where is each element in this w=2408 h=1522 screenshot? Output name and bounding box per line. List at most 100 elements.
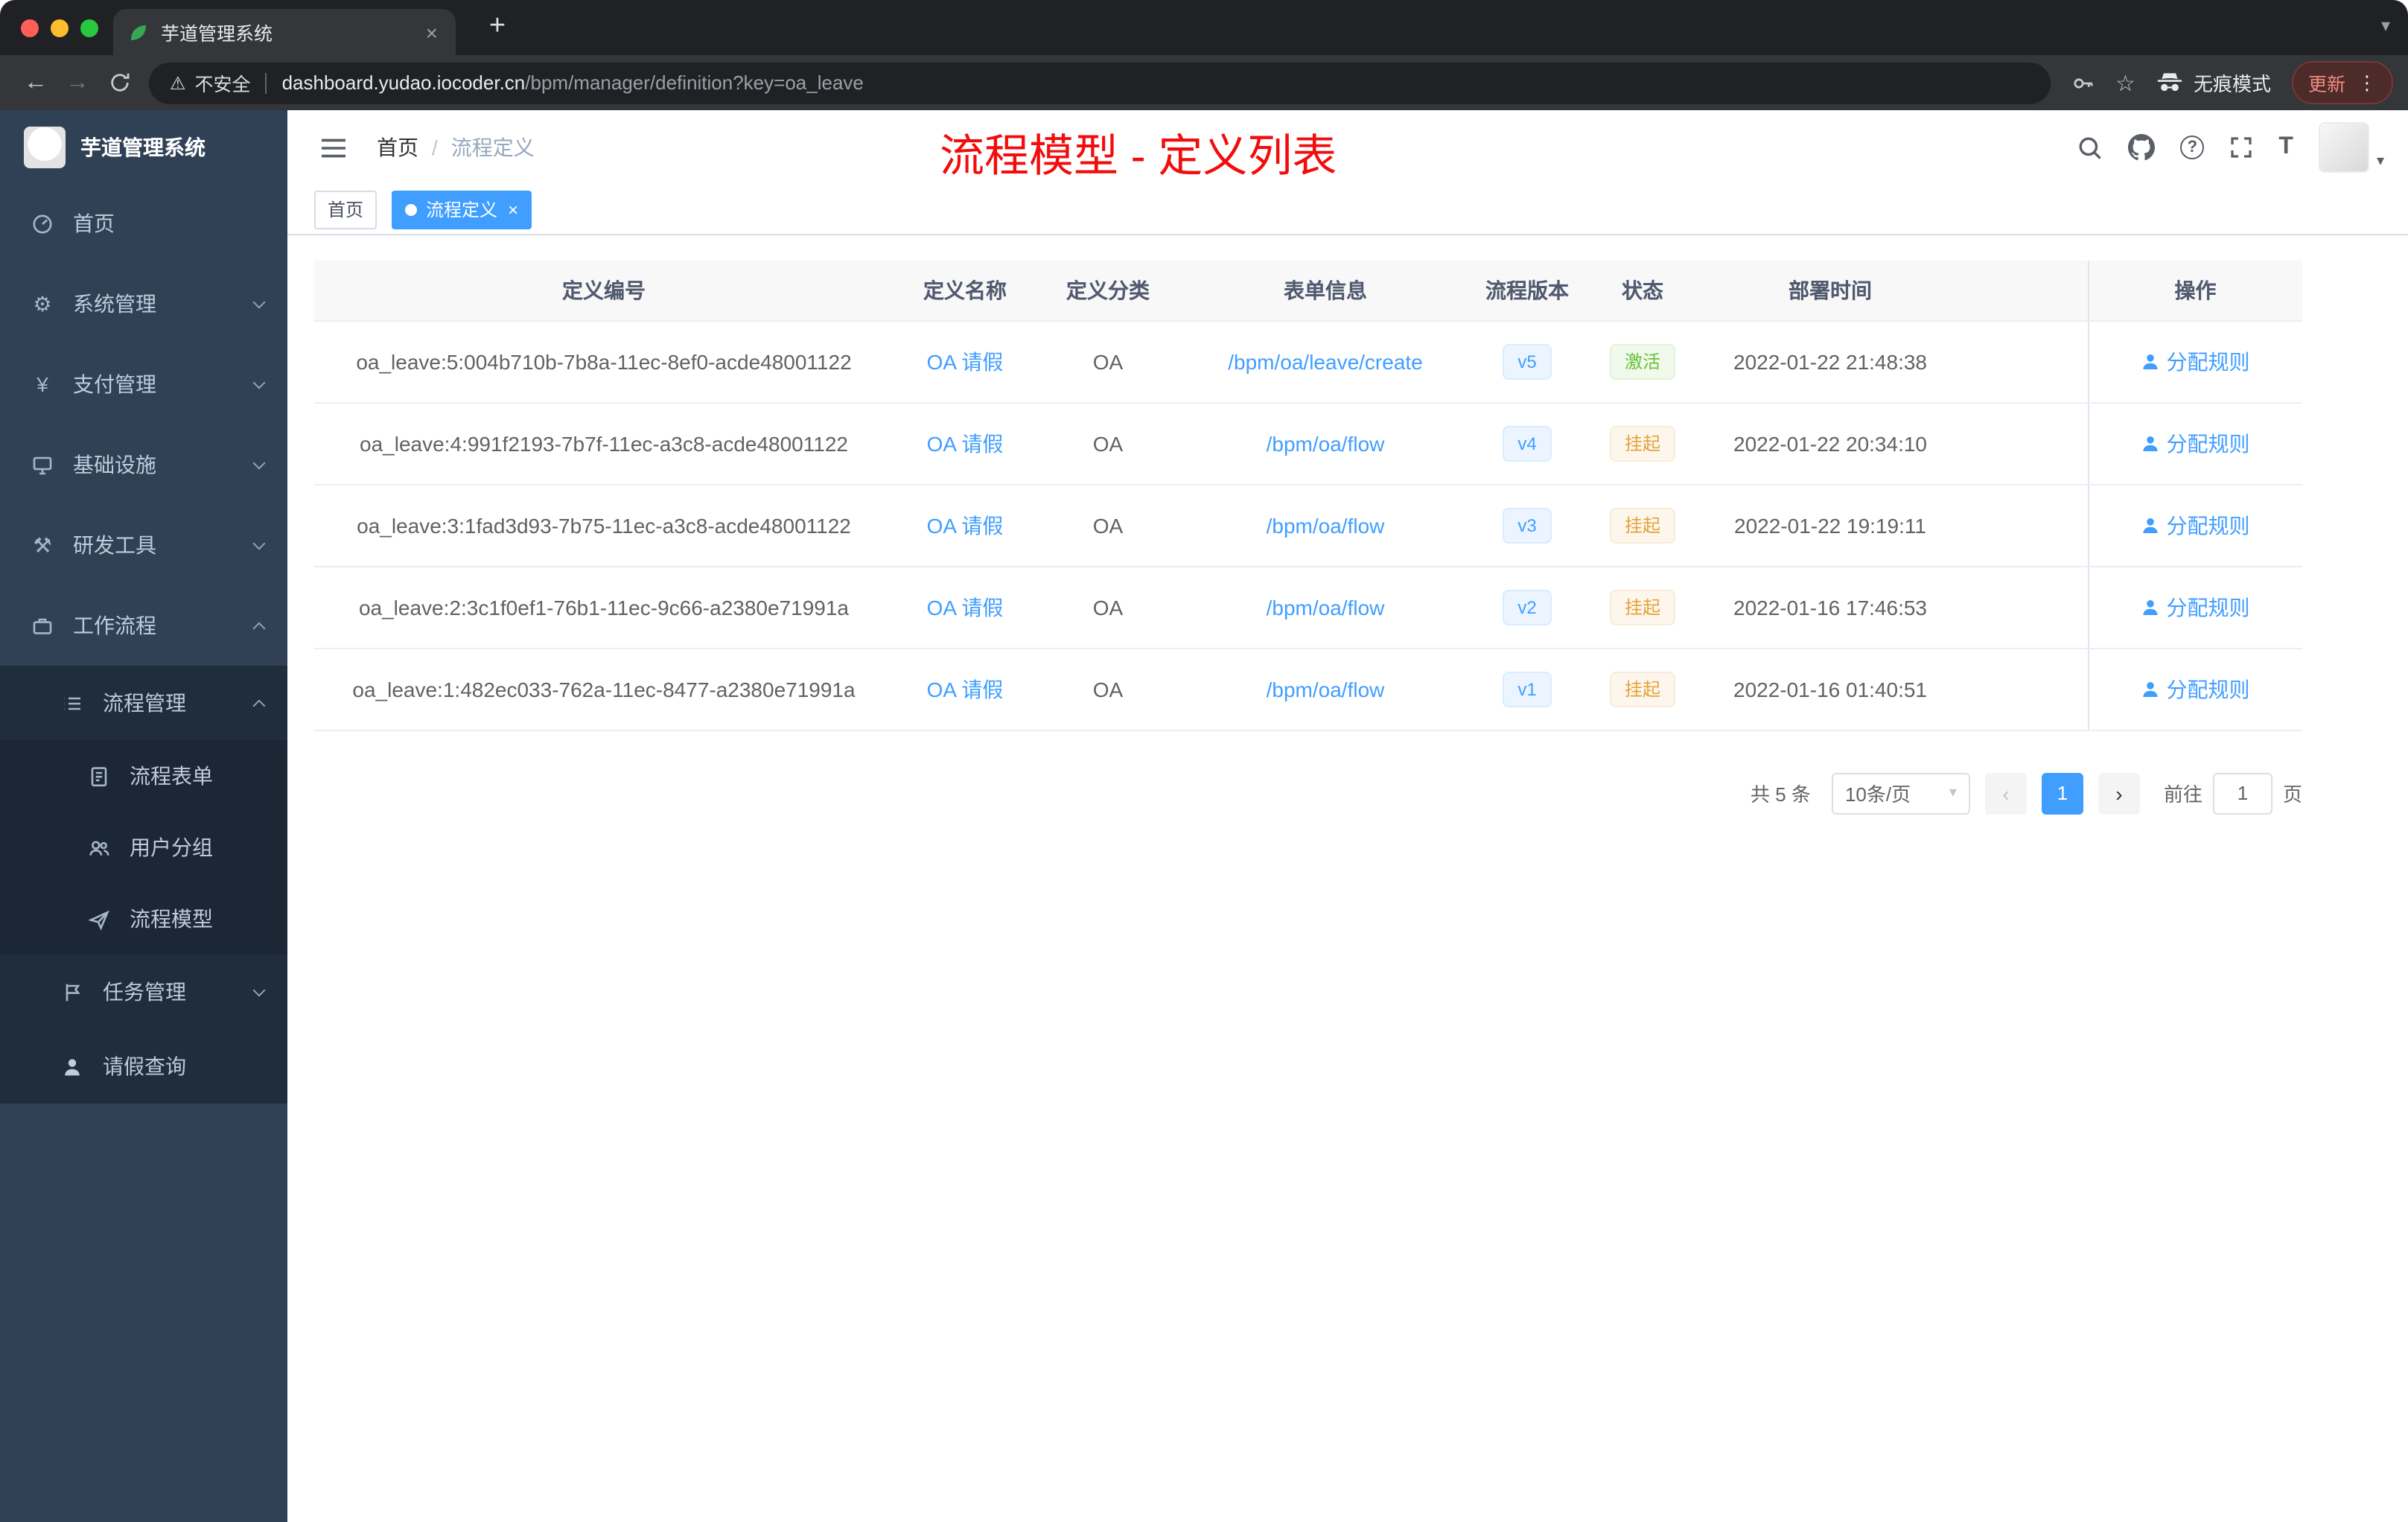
tag-home[interactable]: 首页 <box>314 190 378 229</box>
breadcrumb-home[interactable]: 首页 <box>377 133 418 162</box>
definition-name-link[interactable]: OA 请假 <box>927 431 1004 455</box>
definition-name-link[interactable]: OA 请假 <box>927 677 1004 701</box>
sidebar-item-leave-query[interactable]: 请假查询 <box>0 1029 287 1104</box>
incognito-badge: 无痕模式 <box>2156 69 2271 97</box>
form-link[interactable]: /bpm/oa/flow <box>1267 595 1385 619</box>
list-icon <box>60 692 85 714</box>
definition-table: 定义编号 定义名称 定义分类 表单信息 流程版本 状态 部署时间 操作 oa_l… <box>314 261 2302 730</box>
prev-page-button[interactable]: ‹ <box>1984 772 2027 814</box>
filler-cell <box>1958 320 2088 403</box>
reload-icon <box>110 73 129 92</box>
window-close-button[interactable] <box>21 19 39 37</box>
form-link[interactable]: /bpm/oa/leave/create <box>1228 349 1423 373</box>
top-navbar: 首页 / 流程定义 流程模型 - 定义列表 ? T ▾ <box>287 110 2408 185</box>
pagination-total: 共 5 条 <box>1751 783 1811 806</box>
update-button[interactable]: 更新 ⋮ <box>2291 61 2393 104</box>
sidebar-item-home[interactable]: 首页 <box>0 183 287 264</box>
col-header-id: 定义编号 <box>314 261 894 321</box>
page-annotation: 流程模型 - 定义列表 <box>940 133 1337 182</box>
definition-name-link[interactable]: OA 请假 <box>927 595 1004 619</box>
browser-menu-icon[interactable]: ⋮ <box>2357 71 2377 95</box>
sidebar-item-system[interactable]: ⚙ 系统管理 <box>0 264 287 344</box>
definition-category: OA <box>1036 566 1179 649</box>
sidebar-item-process-mgmt[interactable]: 流程管理 <box>0 666 287 740</box>
sidebar-item-payment[interactable]: ¥ 支付管理 <box>0 344 287 424</box>
assign-rule-link[interactable]: 分配规则 <box>2141 674 2250 704</box>
assign-rule-link[interactable]: 分配规则 <box>2141 346 2250 376</box>
version-badge: v2 <box>1503 589 1552 625</box>
window-zoom-button[interactable] <box>80 19 98 37</box>
status-badge: 挂起 <box>1609 589 1675 625</box>
definition-id: oa_leave:4:991f2193-7b7f-11ec-a3c8-acde4… <box>314 402 894 485</box>
assign-rule-link[interactable]: 分配规则 <box>2141 428 2250 458</box>
sidebar: 芋道管理系统 首页 ⚙ 系统管理 ¥ 支付管理 基础设施 ⚒ 研发工具 工作流程… <box>0 110 287 1522</box>
tab-title: 芋道管理系统 <box>161 24 273 45</box>
sidebar-item-process-model[interactable]: 流程模型 <box>0 883 287 955</box>
user-menu[interactable]: ▾ <box>2318 122 2384 173</box>
next-page-button[interactable]: › <box>2098 772 2140 814</box>
github-button[interactable] <box>2128 134 2156 161</box>
status-badge: 挂起 <box>1609 671 1675 707</box>
sidebar-item-process-form[interactable]: 流程表单 <box>0 740 287 812</box>
form-link[interactable]: /bpm/oa/flow <box>1267 513 1385 537</box>
new-tab-button[interactable]: + <box>477 10 518 46</box>
pagination: 共 5 条 10条/页 ▾ ‹ 1 › 前往 页 <box>314 772 2302 814</box>
sidebar-item-infrastructure[interactable]: 基础设施 <box>0 424 287 505</box>
tab-search-chevron-icon[interactable]: ▾ <box>2381 15 2390 36</box>
tag-process-definition[interactable]: 流程定义 × <box>392 190 532 229</box>
logo-image <box>24 126 66 168</box>
github-icon <box>2128 134 2156 161</box>
forward-button[interactable]: → <box>57 62 98 104</box>
avatar <box>2318 122 2369 173</box>
col-header-version: 流程版本 <box>1471 261 1583 321</box>
goto-page-input[interactable] <box>2212 772 2272 814</box>
sidebar-toggle-button[interactable] <box>311 136 356 159</box>
person-icon <box>60 1055 85 1077</box>
sidebar-item-task-mgmt[interactable]: 任务管理 <box>0 955 287 1029</box>
sidebar-logo[interactable]: 芋道管理系统 <box>0 110 287 183</box>
sidebar-item-devtools[interactable]: ⚒ 研发工具 <box>0 505 287 585</box>
url-path: /bpm/manager/definition?key=oa_leave <box>525 71 864 94</box>
fullscreen-button[interactable] <box>2229 136 2253 159</box>
browser-toolbar: ← → ⚠ 不安全 dashboard.yudao.iocoder.cn /bp… <box>0 55 2408 110</box>
security-warning-icon: ⚠ <box>170 72 186 93</box>
assign-rule-link[interactable]: 分配规则 <box>2141 510 2250 540</box>
font-size-button[interactable]: T <box>2278 134 2293 161</box>
status-badge: 挂起 <box>1609 507 1675 543</box>
col-header-actions: 操作 <box>2087 261 2302 321</box>
reload-button[interactable] <box>98 62 140 104</box>
search-icon <box>2079 136 2102 159</box>
form-link[interactable]: /bpm/oa/flow <box>1267 677 1385 701</box>
process-mgmt-children: 流程表单 用户分组 流程模型 <box>0 740 287 955</box>
col-header-deploy-time: 部署时间 <box>1702 261 1958 321</box>
form-link[interactable]: /bpm/oa/flow <box>1267 431 1385 455</box>
password-key-icon[interactable] <box>2071 71 2095 95</box>
definition-name-link[interactable]: OA 请假 <box>927 349 1004 373</box>
help-button[interactable]: ? <box>2180 136 2205 159</box>
col-header-category: 定义分类 <box>1036 261 1179 321</box>
breadcrumb-current: 流程定义 <box>450 136 535 159</box>
page-content: 定义编号 定义名称 定义分类 表单信息 流程版本 状态 部署时间 操作 oa_l… <box>287 235 2408 1522</box>
address-bar[interactable]: ⚠ 不安全 dashboard.yudao.iocoder.cn /bpm/ma… <box>149 62 2051 104</box>
assign-rule-link[interactable]: 分配规则 <box>2141 592 2250 622</box>
sidebar-item-user-group[interactable]: 用户分组 <box>0 812 287 883</box>
filler-cell <box>1958 484 2088 567</box>
goto-label: 前往 <box>2163 783 2202 806</box>
back-button[interactable]: ← <box>15 62 57 104</box>
tab-close-icon[interactable]: × <box>423 20 441 44</box>
user-group-icon <box>86 836 112 859</box>
paper-plane-icon <box>86 908 112 930</box>
user-icon <box>2142 681 2158 696</box>
bookmark-star-icon[interactable]: ☆ <box>2115 69 2135 96</box>
page-button-1[interactable]: 1 <box>2041 772 2083 814</box>
search-button[interactable] <box>2077 135 2103 160</box>
sidebar-item-workflow[interactable]: 工作流程 <box>0 585 287 666</box>
page-size-select[interactable]: 10条/页 ▾ <box>1831 772 1970 814</box>
definition-name-link[interactable]: OA 请假 <box>927 513 1004 537</box>
security-label[interactable]: 不安全 <box>195 69 251 97</box>
user-icon <box>2142 354 2158 369</box>
workflow-submenu: 流程管理 流程表单 用户分组 流程模型 任务管理 请假查询 <box>0 666 287 1104</box>
tag-close-icon[interactable]: × <box>508 199 518 220</box>
browser-tab[interactable]: 芋道管理系统 × <box>113 9 456 55</box>
window-minimize-button[interactable] <box>51 19 69 37</box>
